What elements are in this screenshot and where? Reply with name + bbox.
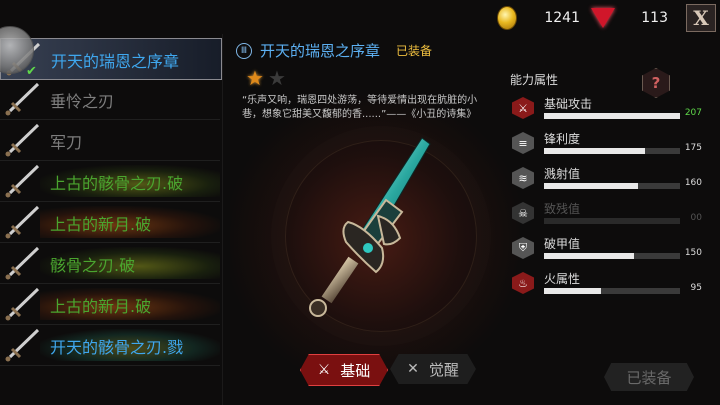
- weapon-thumbnail: [2, 204, 42, 240]
- stat-bar-fill: [544, 148, 645, 154]
- stat-value: 95: [690, 283, 702, 293]
- weapon-list-name: 军刀: [50, 133, 83, 152]
- weapon-list-item[interactable]: 骸骨之刃.破: [0, 243, 220, 284]
- stat-bar: [544, 218, 680, 224]
- star-empty-icon: ★: [267, 66, 286, 90]
- stat-label: 溅射值: [544, 167, 581, 181]
- equip-button[interactable]: 已装备: [604, 363, 694, 391]
- stat-bar: [544, 148, 680, 154]
- stat-bar: [544, 113, 680, 119]
- stat-value: 160: [684, 178, 702, 188]
- gem-value: 113: [641, 10, 668, 26]
- awaken-tab-icon: ✕: [407, 361, 419, 377]
- top-bar: 1241 113 X: [0, 0, 720, 34]
- stat-bar: [544, 183, 680, 189]
- equipped-label: 已装备: [396, 44, 433, 58]
- fire-icon: ♨: [512, 272, 534, 294]
- stat-label: 致残值: [544, 202, 581, 216]
- sword-image: [290, 130, 460, 330]
- cripple-icon: ☠: [512, 202, 534, 224]
- shield-break-icon: ⛨: [512, 237, 534, 259]
- sword-icon: ⚔: [512, 97, 534, 119]
- star-filled-icon: ★: [246, 66, 264, 90]
- stat-row: ☠ 致残值 00: [512, 200, 702, 230]
- stat-value: 175: [684, 143, 702, 153]
- weapon-type-icon: Ⅲ: [236, 42, 252, 59]
- weapon-quote: “乐声又响，瑞恩四处游荡，等待爱情出现在肮脏的小巷，想象它甜美又馥郁的香....…: [242, 95, 478, 120]
- stat-bar-fill: [544, 183, 638, 189]
- weapon-list-name: 上古的新月.破: [50, 297, 152, 316]
- weapon-thumbnail: [2, 245, 42, 281]
- weapon-list-item[interactable]: 军刀: [0, 120, 220, 161]
- stat-bar: [544, 288, 680, 294]
- close-button[interactable]: X: [686, 4, 716, 32]
- weapon-list-item[interactable]: 上古的骸骨之刃.破: [0, 161, 220, 202]
- equipped-check-icon: ✔: [26, 64, 37, 79]
- tab-awaken-label: 觉醒: [428, 360, 459, 379]
- gold-value: 1241: [544, 10, 580, 26]
- weapon-thumbnail: [2, 122, 42, 158]
- weapon-name: 开天的瑞恩之序章: [260, 42, 381, 60]
- stat-bar-fill: [544, 253, 634, 259]
- stat-row: ⚔ 基础攻击 207: [512, 95, 702, 125]
- weapon-list[interactable]: 开天的瑞恩之序章 垂怜之刃军刀上古的骸骨之刃.破 上古的新月.破 骸骨之刃.破 上古的新…: [0, 34, 222, 405]
- weapon-list-name: 开天的骸骨之刃.戮: [50, 338, 184, 357]
- weapon-thumbnail: [2, 327, 42, 363]
- help-button[interactable]: ?: [642, 68, 670, 98]
- star-rating: ★ ★: [246, 66, 290, 90]
- weapon-list-item[interactable]: 垂怜之刃: [0, 79, 220, 120]
- stat-label: 基础攻击: [544, 97, 593, 111]
- gold-coin-icon: [494, 5, 520, 31]
- weapon-list-name: 垂怜之刃: [50, 92, 115, 111]
- stat-bar: [544, 253, 680, 259]
- stat-label: 火属性: [544, 272, 581, 286]
- gem-counter: 113: [590, 4, 668, 32]
- stat-label: 锋利度: [544, 132, 581, 146]
- weapon-list-item[interactable]: 开天的骸骨之刃.戮: [0, 325, 220, 366]
- slash-icon: ≡: [512, 132, 534, 154]
- gold-counter: 1241: [494, 4, 580, 32]
- stat-row: ≡ 锋利度 175: [512, 130, 702, 160]
- weapon-thumbnail: [2, 286, 42, 322]
- stat-bar-fill: [544, 288, 602, 294]
- weapon-list-name: 开天的瑞恩之序章: [51, 52, 180, 71]
- stat-bar-fill: [544, 113, 680, 119]
- stats-title: 能力属性: [510, 73, 559, 87]
- weapon-list-name: 上古的骸骨之刃.破: [50, 174, 184, 193]
- splash-icon: ≋: [512, 167, 534, 189]
- weapon-title-row: Ⅲ 开天的瑞恩之序章 已装备: [236, 40, 432, 61]
- stat-row: ⛨ 破甲值 150: [512, 235, 702, 265]
- sword-tab-icon: ⚔: [317, 362, 331, 378]
- list-divider: [222, 34, 223, 405]
- stat-row: ≋ 溅射值 160: [512, 165, 702, 195]
- tab-awaken[interactable]: ✕ 觉醒: [390, 354, 476, 384]
- stat-value: 00: [690, 213, 702, 223]
- stat-label: 破甲值: [544, 237, 581, 251]
- tab-basic[interactable]: ⚔ 基础: [300, 354, 388, 386]
- tab-basic-label: 基础: [340, 361, 371, 380]
- weapon-thumbnail: [2, 81, 42, 117]
- weapon-list-item[interactable]: 上古的新月.破: [0, 284, 220, 325]
- weapon-list-name: 上古的新月.破: [50, 215, 152, 234]
- stat-value: 150: [684, 248, 702, 258]
- weapon-list-item[interactable]: 上古的新月.破: [0, 202, 220, 243]
- stat-value: 207: [684, 108, 702, 118]
- stat-row: ♨ 火属性 95: [512, 270, 702, 300]
- weapon-thumbnail: [2, 163, 42, 199]
- ruby-gem-icon: [590, 5, 616, 31]
- weapon-list-name: 骸骨之刃.破: [50, 256, 136, 275]
